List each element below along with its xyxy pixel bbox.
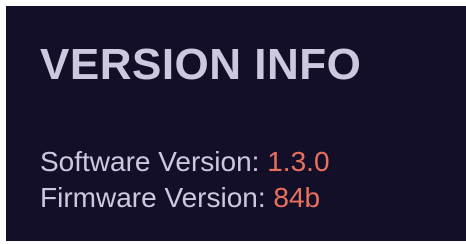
firmware-version-label: Firmware Version: (40, 182, 266, 213)
firmware-version-value: 84b (273, 182, 321, 213)
software-version-label: Software Version: (40, 146, 260, 177)
software-version-value: 1.3.0 (267, 146, 330, 177)
panel-title: VERSION INFO (40, 40, 362, 89)
version-info-panel: VERSION INFO Software Version: 1.3.0 Fir… (6, 6, 466, 241)
firmware-version-row: Firmware Version: 84b (40, 184, 320, 212)
software-version-row: Software Version: 1.3.0 (40, 148, 330, 176)
